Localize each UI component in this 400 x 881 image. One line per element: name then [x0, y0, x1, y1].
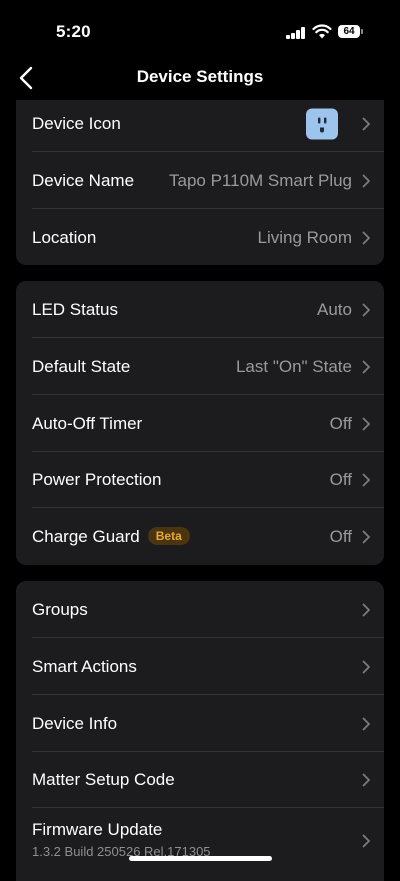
chevron-right-icon [362, 834, 370, 848]
row-label: Power Protection [32, 469, 162, 489]
chevron-right-icon [362, 231, 370, 244]
chevron-right-icon [362, 773, 370, 786]
row-device-info[interactable]: Device Info [16, 695, 384, 752]
row-label: Location [32, 227, 97, 247]
row-firmware-update[interactable]: Firmware Update 1.3.2 Build 250526 Rel.1… [16, 808, 384, 874]
row-value: Auto [317, 299, 352, 319]
row-label: Auto-Off Timer [32, 413, 143, 433]
chevron-right-icon [362, 360, 370, 373]
battery-tip [361, 29, 363, 34]
row-matter-setup-code[interactable]: Matter Setup Code [16, 751, 384, 808]
row-led-status[interactable]: LED Status Auto [16, 281, 384, 338]
row-label: Device Info [32, 713, 118, 733]
row-smart-actions[interactable]: Smart Actions [16, 638, 384, 695]
chevron-right-icon [362, 117, 370, 131]
row-device-icon[interactable]: Device Icon [16, 100, 384, 152]
row-value: Living Room [257, 227, 353, 247]
row-label: Matter Setup Code [32, 769, 175, 789]
row-label: Default State [32, 356, 131, 376]
row-label: Charge Guard Beta [32, 526, 190, 547]
row-groups[interactable]: Groups [16, 581, 384, 638]
row-value: Off [329, 413, 352, 433]
row-label: LED Status [32, 299, 118, 319]
row-label: Smart Actions [32, 656, 137, 676]
row-value: Off [329, 526, 352, 546]
row-auto-off-timer[interactable]: Auto-Off Timer Off [16, 395, 384, 452]
row-charge-guard[interactable]: Charge Guard Beta Off [16, 508, 384, 565]
row-label-text: Charge Guard [32, 526, 140, 546]
row-power-protection[interactable]: Power Protection Off [16, 451, 384, 508]
row-value: Tapo P110M Smart Plug [169, 170, 352, 190]
cellular-signal-icon [286, 27, 306, 39]
home-indicator[interactable] [129, 856, 272, 861]
chevron-right-icon [362, 717, 370, 730]
section-more: Groups Smart Actions Device Info Matter … [16, 581, 384, 881]
row-device-name[interactable]: Device Name Tapo P110M Smart Plug [16, 152, 384, 209]
chevron-right-icon [362, 174, 370, 187]
row-label: Firmware Update [32, 820, 163, 839]
row-default-state[interactable]: Default State Last "On" State [16, 338, 384, 395]
status-time: 5:20 [56, 22, 91, 41]
chevron-right-icon [362, 603, 370, 616]
row-value: Off [329, 469, 352, 489]
row-label: Device Name [32, 170, 135, 190]
page-title: Device Settings [136, 67, 264, 86]
chevron-right-icon [362, 303, 370, 316]
row-location[interactable]: Location Living Room [16, 209, 384, 265]
nav-bar: Device Settings [0, 58, 400, 100]
section-behavior: LED Status Auto Default State Last "On" … [16, 281, 384, 565]
chevron-right-icon [362, 417, 370, 430]
beta-badge: Beta [147, 526, 190, 545]
battery-indicator: 64 [338, 25, 360, 38]
status-bar: 5:20 64 [0, 0, 400, 58]
section-device-identity: Device Icon Device Name Tapo P110M Smart… [16, 100, 384, 265]
smart-plug-icon [306, 108, 338, 140]
row-label: Device Icon [32, 114, 121, 133]
row-value: Last "On" State [235, 356, 352, 376]
chevron-right-icon [362, 473, 370, 486]
chevron-right-icon [362, 660, 370, 673]
row-label: Groups [32, 599, 88, 619]
wifi-icon [312, 24, 332, 39]
chevron-right-icon [362, 530, 370, 543]
